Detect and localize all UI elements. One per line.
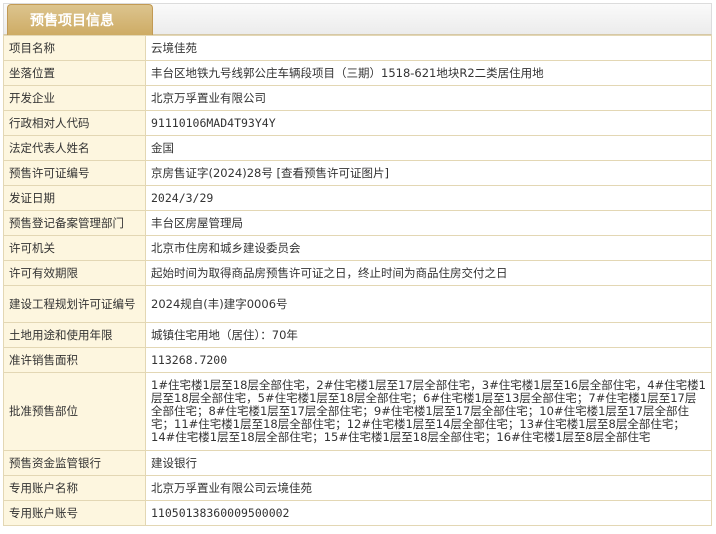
account-number-value: 11050138360009500002 [145,500,712,526]
table-row: 行政相对人代码 91110106MAD4T93Y4Y [3,110,712,136]
location-value: 丰台区地铁九号线郭公庄车辆段项目（三期）1518-621地块R2二类居住用地 [145,60,712,86]
licensing-authority-value: 北京市住房和城乡建设委员会 [145,235,712,261]
table-row: 建设工程规划许可证编号 2024规自(丰)建字0006号 [3,285,712,323]
row-label: 许可有效期限 [3,260,146,286]
issue-date-value: 2024/3/29 [145,185,712,211]
table-row: 土地用途和使用年限 城镇住宅用地（居住）：70年 [3,322,712,348]
account-name-value: 北京万孚置业有限公司云境佳苑 [145,475,712,501]
row-label: 许可机关 [3,235,146,261]
sales-area-value: 113268.7200 [145,347,712,373]
table-row: 许可有效期限 起始时间为取得商品房预售许可证之日，终止时间为商品住房交付之日 [3,260,712,286]
row-label: 预售许可证编号 [3,160,146,186]
project-info-table: 项目名称 云境佳苑 坐落位置 丰台区地铁九号线郭公庄车辆段项目（三期）1518-… [3,35,712,526]
supervising-bank-value: 建设银行 [145,450,712,476]
planning-permit-value: 2024规自(丰)建字0006号 [145,285,712,323]
table-row: 发证日期 2024/3/29 [3,185,712,211]
tab-presale-project-info[interactable]: 预售项目信息 [7,4,153,37]
table-row: 开发企业 北京万孚置业有限公司 [3,85,712,111]
row-label: 法定代表人姓名 [3,135,146,161]
row-label: 发证日期 [3,185,146,211]
tab-bar: 预售项目信息 [3,3,712,37]
table-row: 批准预售部位 1#住宅楼1层至18层全部住宅，2#住宅楼1层至17层全部住宅，3… [3,372,712,451]
project-name-value: 云境佳苑 [145,35,712,61]
table-row: 预售资金监管银行 建设银行 [3,450,712,476]
approved-units-value: 1#住宅楼1层至18层全部住宅，2#住宅楼1层至17层全部住宅，3#住宅楼1层至… [145,372,712,451]
developer-value: 北京万孚置业有限公司 [145,85,712,111]
table-row: 坐落位置 丰台区地铁九号线郭公庄车辆段项目（三期）1518-621地块R2二类居… [3,60,712,86]
row-label: 预售登记备案管理部门 [3,210,146,236]
row-label: 开发企业 [3,85,146,111]
table-row: 准许销售面积 113268.7200 [3,347,712,373]
row-label: 建设工程规划许可证编号 [3,285,146,323]
row-label: 坐落位置 [3,60,146,86]
table-row: 法定代表人姓名 金国 [3,135,712,161]
validity-period-value: 起始时间为取得商品房预售许可证之日，终止时间为商品住房交付之日 [145,260,712,286]
table-row: 许可机关 北京市住房和城乡建设委员会 [3,235,712,261]
row-label: 专用账户账号 [3,500,146,526]
table-row: 预售登记备案管理部门 丰台区房屋管理局 [3,210,712,236]
table-row: 项目名称 云境佳苑 [3,35,712,61]
row-label: 行政相对人代码 [3,110,146,136]
row-label: 准许销售面积 [3,347,146,373]
row-label: 预售资金监管银行 [3,450,146,476]
row-label: 土地用途和使用年限 [3,322,146,348]
registration-dept-value: 丰台区房屋管理局 [145,210,712,236]
table-row: 专用账户名称 北京万孚置业有限公司云境佳苑 [3,475,712,501]
row-label: 项目名称 [3,35,146,61]
row-label: 批准预售部位 [3,372,146,451]
land-use-value: 城镇住宅用地（居住）：70年 [145,322,712,348]
row-label: 专用账户名称 [3,475,146,501]
table-row: 专用账户账号 11050138360009500002 [3,500,712,526]
legal-representative-value: 金国 [145,135,712,161]
admin-code-value: 91110106MAD4T93Y4Y [145,110,712,136]
presale-permit-link[interactable]: 京房售证字(2024)28号 [查看预售许可证图片] [145,160,712,186]
table-row: 预售许可证编号 京房售证字(2024)28号 [查看预售许可证图片] [3,160,712,186]
